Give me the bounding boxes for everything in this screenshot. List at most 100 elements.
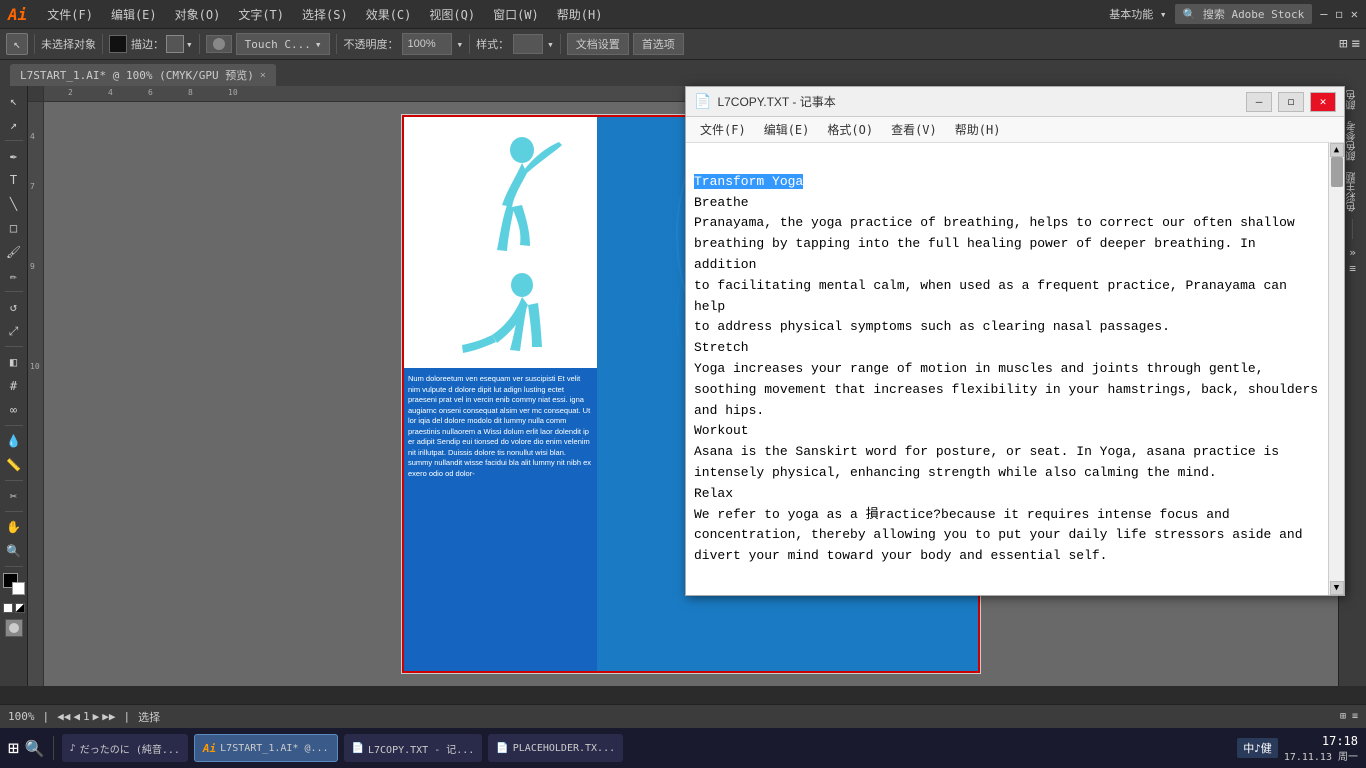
menu-text[interactable]: 文字(T) <box>230 4 292 25</box>
color-theme-panel-label[interactable]: 色彩主题 <box>1345 172 1360 212</box>
preferences-btn[interactable]: 首选项 <box>633 33 684 55</box>
color-swatches[interactable] <box>3 573 25 595</box>
panel-expand-btn[interactable]: » <box>1349 246 1356 259</box>
text-tool[interactable]: T <box>3 169 25 191</box>
zoom-tool[interactable]: 🔍 <box>3 540 25 562</box>
stroke-color-swatch[interactable] <box>166 35 184 53</box>
notepad-minimize-btn[interactable]: – <box>1246 92 1272 112</box>
yoga-figure-2 <box>462 273 542 353</box>
touch-dropdown-icon: ▾ <box>315 38 322 51</box>
blend-tool[interactable]: ∞ <box>3 399 25 421</box>
selection-tool[interactable]: ↖ <box>3 90 25 112</box>
taskbar-item-ai[interactable]: Ai L7START_1.AI* @... <box>194 734 338 762</box>
style-dropdown-icon[interactable]: ▾ <box>547 38 554 51</box>
menu-select[interactable]: 选择(S) <box>294 4 356 25</box>
minimize-app-btn[interactable]: – <box>1320 7 1327 21</box>
scroll-up-btn[interactable]: ▲ <box>1330 143 1344 157</box>
page-num[interactable]: 1 <box>83 710 90 723</box>
mask-btn[interactable] <box>5 619 23 637</box>
slice-tool[interactable]: ✂ <box>3 485 25 507</box>
notepad-menu-view[interactable]: 查看(V) <box>883 119 945 140</box>
ruler-v-2: 7 <box>30 182 35 191</box>
circle-stroke-btn[interactable] <box>206 35 232 53</box>
mesh-tool[interactable]: # <box>3 375 25 397</box>
notepad-body: Transform Yoga Breathe Pranayama, the yo… <box>686 143 1344 595</box>
prev-page-btn[interactable]: ◀◀ <box>57 710 70 723</box>
close-app-btn[interactable]: ✕ <box>1351 7 1358 21</box>
notepad-label: L7COPY.TXT - 记... <box>368 741 474 756</box>
notepad-menu-help[interactable]: 帮助(H) <box>947 119 1009 140</box>
fill-color-swatch[interactable] <box>109 35 127 53</box>
style-swatch[interactable] <box>513 34 543 54</box>
toolbar-sep-2 <box>102 34 103 54</box>
background-color[interactable] <box>12 582 25 595</box>
scale-tool[interactable]: ⤢ <box>3 320 25 342</box>
pen-tool[interactable]: ✒ <box>3 145 25 167</box>
basic-functions-label[interactable]: 基本功能 ▾ <box>1109 6 1166 22</box>
notepad-menu-edit[interactable]: 编辑(E) <box>756 119 818 140</box>
scroll-down-btn[interactable]: ▼ <box>1330 581 1344 595</box>
page-nav: ◀◀ ◀ 1 ▶ ▶▶ <box>57 710 115 723</box>
scroll-thumb[interactable] <box>1331 157 1343 187</box>
panel-menu-btn[interactable]: ≡ <box>1349 262 1356 275</box>
tool-sep-7 <box>5 566 23 567</box>
text-box-content: Num doloreetum ven esequam ver suscipist… <box>408 374 591 479</box>
taskbar-item-placeholder[interactable]: 📄 PLACEHOLDER.TX... <box>488 734 623 762</box>
ime-indicator[interactable]: 中♪健 <box>1237 738 1278 758</box>
notepad-scrollbar[interactable]: ▲ ▼ <box>1328 143 1344 595</box>
scroll-track <box>1329 157 1344 581</box>
preview-mode-btn[interactable] <box>15 603 25 613</box>
tab-close-btn[interactable]: × <box>260 70 266 81</box>
taskbar-item-notepad[interactable]: 📄 L7COPY.TXT - 记... <box>344 734 483 762</box>
notepad-content[interactable]: Transform Yoga Breathe Pranayama, the yo… <box>686 143 1328 595</box>
prev-btn[interactable]: ◀ <box>73 710 80 723</box>
direct-selection-tool[interactable]: ↗ <box>3 114 25 136</box>
start-btn[interactable]: ⊞ <box>8 738 19 759</box>
menu-file[interactable]: 文件(F) <box>39 4 101 25</box>
arrange-btn[interactable]: ⊞ <box>1339 36 1347 52</box>
restore-app-btn[interactable]: ◻ <box>1336 7 1343 21</box>
menu-window[interactable]: 窗口(W) <box>485 4 547 25</box>
taskbar-item-music[interactable]: ♪ だったのに (純音... <box>62 734 188 762</box>
next-btn[interactable]: ▶ <box>93 710 100 723</box>
pencil-tool[interactable]: ✏ <box>3 265 25 287</box>
eyedropper-tool[interactable]: 💧 <box>3 430 25 452</box>
stroke-dropdown-icon[interactable]: ▾ <box>186 38 193 51</box>
menu-edit[interactable]: 编辑(E) <box>103 4 165 25</box>
measure-tool[interactable]: 📏 <box>3 454 25 476</box>
opacity-dropdown-icon[interactable]: ▾ <box>456 38 463 51</box>
menu-object[interactable]: 对象(O) <box>167 4 229 25</box>
color-panel-label[interactable]: 颜色 <box>1345 90 1360 110</box>
next-page-btn[interactable]: ▶▶ <box>102 710 115 723</box>
notepad-restore-btn[interactable]: ◻ <box>1278 92 1304 112</box>
opacity-input[interactable] <box>402 33 452 55</box>
shape-tool[interactable]: □ <box>3 217 25 239</box>
toolbar: ↖ 未选择对象 描边： ▾ Touch C... ▾ 不透明度： ▾ 样式： ▾… <box>0 28 1366 60</box>
notepad-close-btn[interactable]: ✕ <box>1310 92 1336 112</box>
gradient-tool[interactable]: ◧ <box>3 351 25 373</box>
menu-effect[interactable]: 效果(C) <box>358 4 420 25</box>
rotate-tool[interactable]: ↺ <box>3 296 25 318</box>
stroke-area: 描边： ▾ <box>131 35 193 53</box>
ruler-num-4: 8 <box>188 88 193 97</box>
options-btn[interactable]: ≡ <box>1352 36 1360 52</box>
menu-help[interactable]: 帮助(H) <box>549 4 611 25</box>
notepad-menu-format[interactable]: 格式(O) <box>819 119 881 140</box>
color-ref-panel-label[interactable]: 颜色参考 <box>1345 121 1360 161</box>
paintbrush-tool[interactable]: 🖌 <box>3 241 25 263</box>
search-btn[interactable]: 🔍 <box>25 739 45 758</box>
notepad-menu-file[interactable]: 文件(F) <box>692 119 754 140</box>
touch-dropdown-btn[interactable]: Touch C... ▾ <box>236 33 331 55</box>
hand-tool[interactable]: ✋ <box>3 516 25 538</box>
line-tool[interactable]: ╲ <box>3 193 25 215</box>
doc-settings-btn[interactable]: 文档设置 <box>567 33 629 55</box>
menu-view[interactable]: 视图(Q) <box>421 4 483 25</box>
selection-tool-btn[interactable]: ↖ <box>6 33 28 55</box>
search-stock[interactable]: 🔍 搜索 Adobe Stock <box>1175 4 1313 24</box>
clock-area: 17:18 17.11.13 周一 <box>1284 734 1358 763</box>
normal-mode-btn[interactable] <box>3 603 13 613</box>
notepad-menubar: 文件(F) 编辑(E) 格式(O) 查看(V) 帮助(H) <box>686 117 1344 143</box>
document-tab[interactable]: L7START_1.AI* @ 100% (CMYK/GPU 预览) × <box>10 64 276 86</box>
ai-icon: Ai <box>203 742 216 755</box>
tool-sep-1 <box>5 140 23 141</box>
